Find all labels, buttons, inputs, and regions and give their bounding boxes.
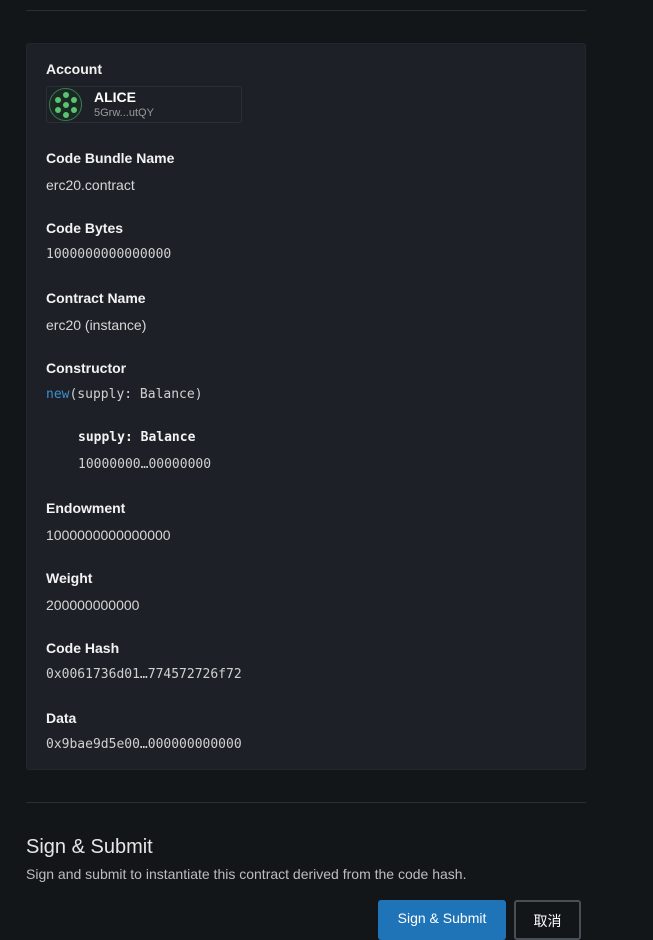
sign-submit-title: Sign & Submit	[26, 836, 153, 858]
contract-summary-card: Account ALICE 5Grw...utQY Code Bundle Na…	[26, 43, 586, 770]
weight-value: 200000000000	[46, 597, 140, 613]
data-value: 0x9bae9d5e00…000000000000	[46, 737, 242, 752]
data-label: Data	[46, 710, 77, 726]
data-field: Data 0x9bae9d5e00…000000000000	[46, 709, 242, 754]
constructor-params: (supply: Balance)	[69, 387, 203, 402]
weight-field: Weight 200000000000	[46, 569, 139, 614]
sign-submit-description: Sign and submit to instantiate this cont…	[26, 866, 467, 882]
account-address: 5Grw...utQY	[94, 107, 154, 119]
constructor-label: Constructor	[46, 360, 127, 376]
constructor-keyword: new	[46, 387, 70, 402]
code-bytes-field: Code Bytes 1000000000000000	[46, 219, 171, 264]
code-bundle-label: Code Bundle Name	[46, 150, 175, 166]
code-bytes-label: Code Bytes	[46, 220, 124, 236]
account-selector[interactable]: ALICE 5Grw...utQY	[46, 86, 242, 123]
top-divider	[26, 10, 586, 11]
account-label: Account	[46, 61, 102, 77]
account-name: ALICE	[94, 89, 136, 105]
code-bundle-field: Code Bundle Name erc20.contract	[46, 149, 174, 194]
constructor-field: Constructor new(supply: Balance)	[46, 359, 203, 404]
code-bytes-value: 1000000000000000	[46, 247, 172, 262]
section-divider	[26, 802, 586, 803]
param-label: supply: Balance	[78, 430, 196, 445]
endowment-value: 1000000000000000	[46, 527, 171, 543]
weight-label: Weight	[46, 570, 93, 586]
contract-name-field: Contract Name erc20 (instance)	[46, 289, 146, 334]
code-bundle-value: erc20.contract	[46, 177, 135, 193]
code-hash-field: Code Hash 0x0061736d01…774572726f72	[46, 639, 242, 684]
code-hash-value: 0x0061736d01…774572726f72	[46, 667, 242, 682]
identicon-icon	[49, 88, 82, 121]
endowment-field: Endowment 1000000000000000	[46, 499, 171, 544]
constructor-param: supply: Balance 10000000…00000000	[78, 429, 211, 474]
constructor-signature: new(supply: Balance)	[46, 386, 203, 404]
account-field: Account	[46, 60, 102, 78]
contract-name-value: erc20 (instance)	[46, 317, 147, 333]
contract-name-label: Contract Name	[46, 290, 146, 306]
cancel-button[interactable]: 取消	[514, 900, 581, 940]
endowment-label: Endowment	[46, 500, 126, 516]
code-hash-label: Code Hash	[46, 640, 120, 656]
param-value: 10000000…00000000	[78, 457, 212, 472]
sign-submit-button[interactable]: Sign & Submit	[378, 900, 506, 940]
